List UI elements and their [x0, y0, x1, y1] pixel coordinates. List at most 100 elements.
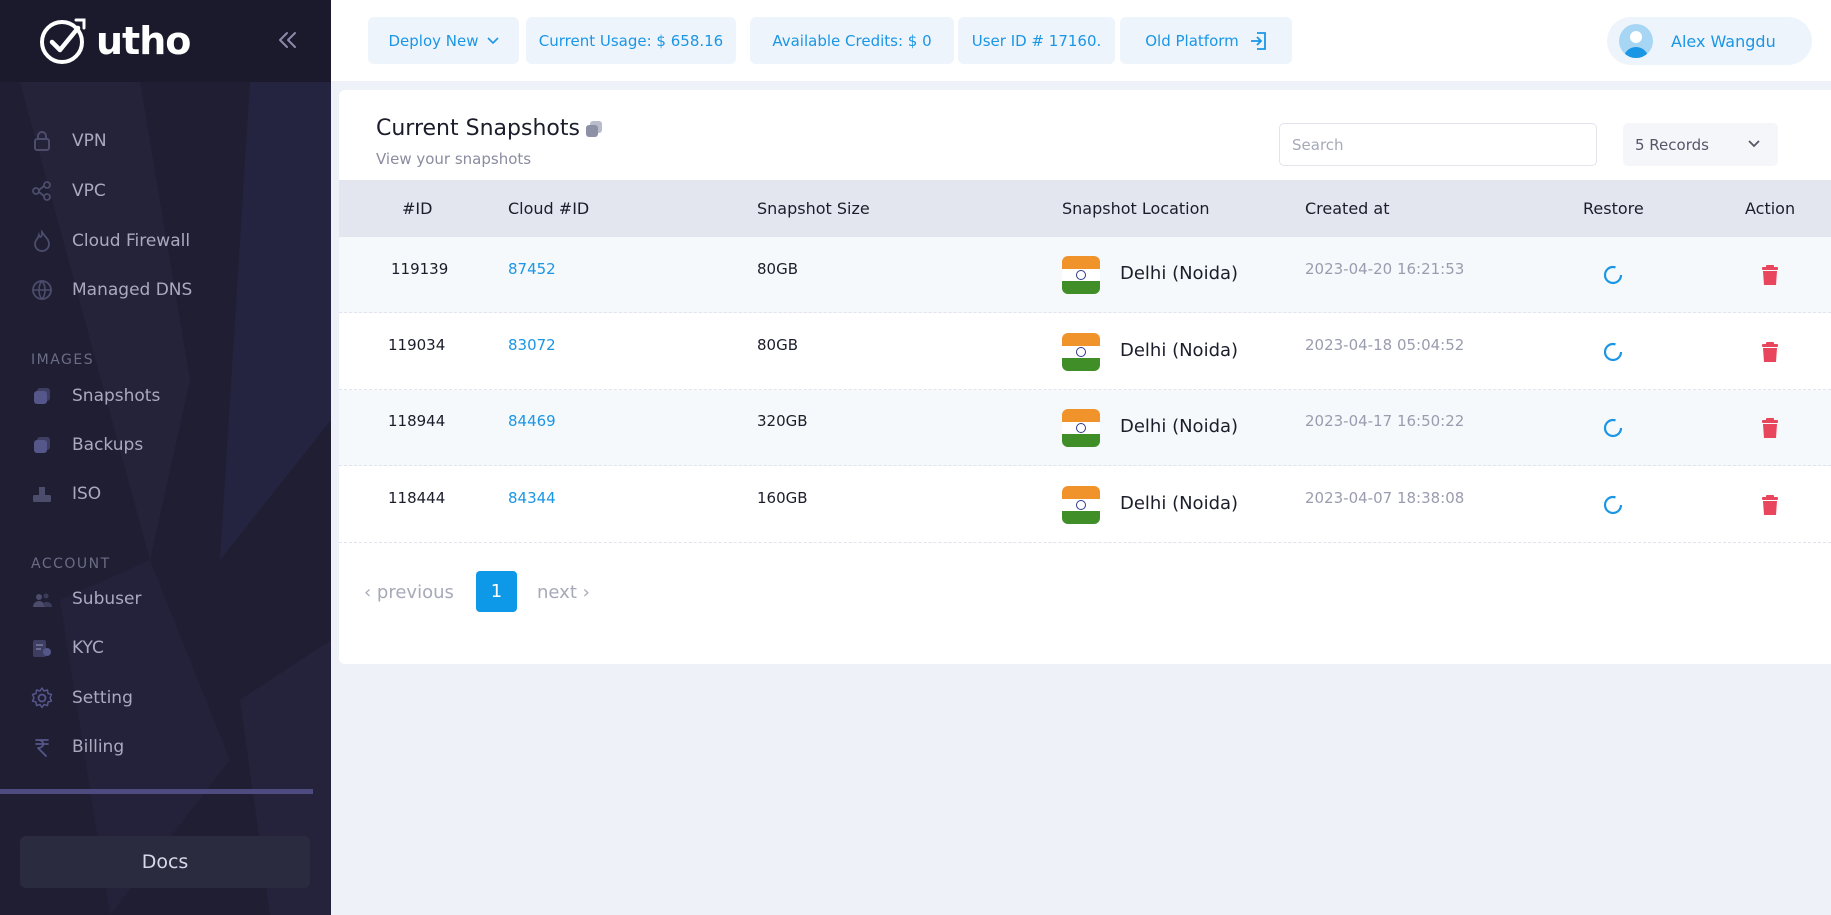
- user-id-badge: User ID # 17160.: [958, 17, 1115, 64]
- avatar: [1619, 24, 1653, 58]
- sidebar-item-cloud-firewall[interactable]: Cloud Firewall: [30, 224, 190, 258]
- sidebar-item-iso[interactable]: ISO: [30, 477, 101, 511]
- deploy-new-button[interactable]: Deploy New: [368, 17, 519, 64]
- restore-icon[interactable]: [1602, 494, 1624, 516]
- sidebar-item-subuser[interactable]: Subuser: [30, 582, 141, 616]
- column-header-action: Action: [1745, 199, 1796, 218]
- restore-icon[interactable]: [1602, 264, 1624, 286]
- column-header-id[interactable]: #ID: [402, 180, 432, 237]
- kyc-icon: [30, 636, 54, 660]
- previous-page-button[interactable]: ‹ previous: [364, 572, 454, 612]
- utho-logo[interactable]: utho: [38, 16, 191, 66]
- records-label: 5 Records: [1635, 135, 1709, 154]
- restore-icon[interactable]: [1602, 341, 1624, 363]
- sidebar-item-label: ISO: [72, 484, 102, 504]
- sidebar-item-label: VPC: [72, 181, 106, 201]
- sidebar-item-label: VPN: [72, 131, 107, 151]
- snapshot-location: Delhi (Noida): [1120, 340, 1239, 361]
- delete-icon[interactable]: [1760, 494, 1780, 516]
- india-flag-icon: [1062, 256, 1100, 294]
- current-usage-badge[interactable]: Current Usage: $ 658.16: [526, 17, 736, 64]
- table-row: 118444 84344 160GB Delhi (Noida) 2023-04…: [339, 467, 1831, 543]
- sidebar: utho VPN VPC Cloud Firewall Managed DNS …: [0, 0, 331, 915]
- cloud-id-link[interactable]: 87452: [508, 260, 556, 278]
- chevron-down-icon: [1748, 140, 1760, 148]
- snapshot-size: 80GB: [757, 336, 799, 354]
- section-heading-images: IMAGES: [31, 352, 95, 368]
- rupee-icon: [30, 735, 54, 759]
- sidebar-item-billing[interactable]: Billing: [30, 730, 124, 764]
- records-per-page-select[interactable]: 5 Records: [1623, 123, 1778, 166]
- page-title: Current Snapshots: [376, 116, 604, 141]
- sidebar-item-label: Billing: [72, 737, 125, 757]
- sidebar-scroll-indicator[interactable]: [0, 789, 313, 794]
- sidebar-item-label: Cloud Firewall: [72, 231, 191, 251]
- cloud-id-link[interactable]: 84344: [508, 489, 556, 507]
- snapshot-id: 118444: [388, 489, 446, 507]
- logo-check-icon: [40, 18, 86, 64]
- restore-icon[interactable]: [1602, 417, 1624, 439]
- delete-icon[interactable]: [1760, 264, 1780, 286]
- page-title-text: Current Snapshots: [376, 116, 580, 141]
- snapshot-location: Delhi (Noida): [1120, 263, 1239, 284]
- table-row: 119034 83072 80GB Delhi (Noida) 2023-04-…: [339, 314, 1831, 390]
- globe-icon: [30, 278, 54, 302]
- snapshot-id: 119139: [391, 260, 449, 278]
- copy-icon[interactable]: [584, 119, 604, 139]
- sidebar-item-kyc[interactable]: KYC: [30, 631, 104, 665]
- available-credits-badge[interactable]: Available Credits: $ 0: [750, 17, 954, 64]
- snapshot-location: Delhi (Noida): [1120, 416, 1239, 437]
- sidebar-item-label: Managed DNS: [72, 280, 193, 300]
- column-header-size[interactable]: Snapshot Size: [757, 180, 870, 237]
- brand-name: utho: [96, 19, 191, 63]
- user-name: Alex Wangdu: [1671, 31, 1776, 51]
- snapshot-size: 160GB: [757, 489, 808, 507]
- fire-icon: [30, 229, 54, 253]
- backup-icon: [30, 433, 54, 457]
- share-icon: [30, 179, 54, 203]
- created-at: 2023-04-20 16:21:53: [1305, 260, 1465, 278]
- created-at: 2023-04-07 18:38:08: [1305, 489, 1465, 507]
- search-input[interactable]: [1279, 123, 1597, 166]
- sidebar-item-label: Snapshots: [72, 386, 161, 406]
- cloud-id-link[interactable]: 84469: [508, 412, 556, 430]
- lock-icon: [30, 129, 54, 153]
- iso-icon: [30, 482, 54, 506]
- sidebar-item-setting[interactable]: Setting: [30, 681, 133, 715]
- snapshot-id: 119034: [388, 336, 446, 354]
- sidebar-item-vpn[interactable]: VPN: [30, 124, 107, 158]
- india-flag-icon: [1062, 486, 1100, 524]
- old-platform-button[interactable]: Old Platform: [1120, 17, 1292, 64]
- old-platform-label: Old Platform: [1145, 31, 1239, 50]
- sidebar-item-backups[interactable]: Backups: [30, 428, 143, 462]
- column-header-created[interactable]: Created at: [1305, 180, 1389, 237]
- column-header-location[interactable]: Snapshot Location: [1062, 180, 1210, 237]
- top-bar: Deploy New Current Usage: $ 658.16 Avail…: [331, 0, 1831, 81]
- column-header-cloud-id[interactable]: Cloud #ID: [508, 180, 589, 237]
- section-heading-account: ACCOUNT: [31, 556, 111, 572]
- next-page-button[interactable]: next ›: [537, 572, 590, 612]
- users-icon: [30, 587, 54, 611]
- snapshot-icon: [30, 384, 54, 408]
- user-menu[interactable]: Alex Wangdu: [1607, 17, 1812, 65]
- table-row: 119139 87452 80GB Delhi (Noida) 2023-04-…: [339, 237, 1831, 313]
- delete-icon[interactable]: [1760, 417, 1780, 439]
- chevrons-left-icon: [279, 32, 296, 48]
- chevron-down-icon: [486, 36, 499, 44]
- cloud-id-link[interactable]: 83072: [508, 336, 556, 354]
- snapshot-id: 118944: [388, 412, 446, 430]
- snapshot-location: Delhi (Noida): [1120, 493, 1239, 514]
- table-row: 118944 84469 320GB Delhi (Noida) 2023-04…: [339, 390, 1831, 466]
- sidebar-item-label: Setting: [72, 688, 133, 708]
- sidebar-item-managed-dns[interactable]: Managed DNS: [30, 273, 192, 307]
- sign-in-icon: [1250, 31, 1266, 50]
- docs-button[interactable]: Docs: [20, 836, 310, 888]
- delete-icon[interactable]: [1760, 341, 1780, 363]
- sidebar-item-snapshots[interactable]: Snapshots: [30, 379, 160, 413]
- collapse-sidebar-button[interactable]: [272, 26, 302, 54]
- sidebar-item-label: Backups: [72, 435, 144, 455]
- sidebar-item-vpc[interactable]: VPC: [30, 174, 106, 208]
- gear-icon: [30, 686, 54, 710]
- page-number-current[interactable]: 1: [476, 571, 517, 612]
- india-flag-icon: [1062, 409, 1100, 447]
